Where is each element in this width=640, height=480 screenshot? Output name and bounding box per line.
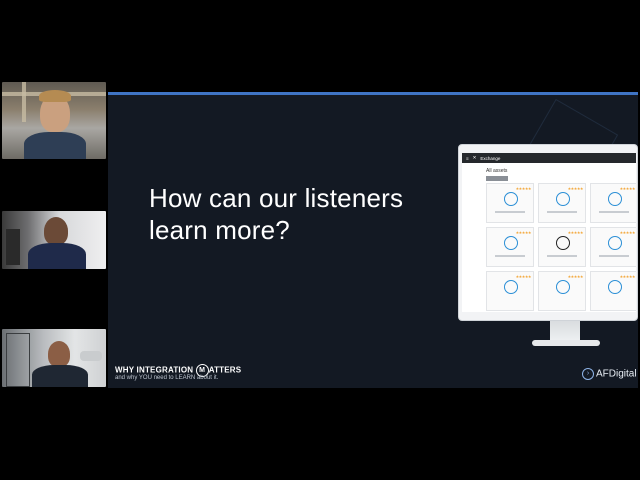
podcast-subtitle: and why YOU need to LEARN about it. bbox=[115, 375, 219, 381]
slide-title-line-1: How can our listeners bbox=[149, 183, 404, 213]
ceiling-beam bbox=[22, 82, 26, 122]
salesforce-icon bbox=[504, 192, 518, 206]
afdigital-icon: › bbox=[582, 368, 594, 380]
participant-face bbox=[44, 217, 68, 245]
connector-icon bbox=[608, 192, 622, 206]
rating-stars: ★★★★★ bbox=[515, 274, 532, 279]
background-equipment bbox=[6, 229, 20, 265]
rating-stars: ★★★★★ bbox=[515, 230, 532, 235]
participant-video-2[interactable] bbox=[2, 211, 106, 269]
brand-name: AFDigital bbox=[596, 368, 637, 380]
connector-icon bbox=[504, 280, 518, 294]
asset-card: ★★★★★ bbox=[486, 227, 534, 267]
netsuite-icon bbox=[504, 236, 518, 250]
app-header: ≡ ✕ Exchange bbox=[462, 153, 636, 163]
card-label bbox=[547, 211, 577, 213]
connector-icon bbox=[608, 280, 622, 294]
asset-card: ★★★★★ bbox=[538, 183, 586, 223]
rating-stars: ★★★★★ bbox=[567, 186, 584, 191]
asset-card: ★★★★★ bbox=[538, 271, 586, 311]
card-label bbox=[599, 211, 629, 213]
card-label bbox=[599, 255, 629, 257]
asset-card: ★★★★★ bbox=[590, 271, 636, 311]
assets-filter bbox=[486, 176, 508, 181]
asset-card: ★★★★★ bbox=[590, 227, 636, 267]
participant-hair bbox=[39, 90, 71, 102]
microphone bbox=[80, 351, 102, 361]
shared-slide: How can our listeners learn more? ≡ ✕ Ex… bbox=[108, 92, 638, 388]
slide-title-line-2: learn more? bbox=[149, 215, 290, 245]
connector-icon bbox=[556, 280, 570, 294]
monitor-screen: ≡ ✕ Exchange All assets ★★★★★ ★★★★★ ★★★★… bbox=[462, 153, 636, 312]
participant-shirt bbox=[24, 132, 86, 159]
slide-title: How can our listeners learn more? bbox=[149, 182, 449, 246]
app-name: Exchange bbox=[480, 155, 501, 161]
rating-stars: ★★★★★ bbox=[619, 230, 636, 235]
podcast-title-pre: WHY INTEGRATION bbox=[115, 365, 196, 375]
k-icon bbox=[556, 236, 570, 250]
monitor-stand bbox=[550, 321, 580, 341]
rating-stars: ★★★★★ bbox=[567, 274, 584, 279]
participant-shirt bbox=[28, 243, 86, 269]
participant-video-3[interactable] bbox=[2, 329, 106, 387]
rating-stars: ★★★★★ bbox=[567, 230, 584, 235]
asset-grid: ★★★★★ ★★★★★ ★★★★★ ★★★★★ ★★★★★ ★★★★★ ★★★★… bbox=[486, 183, 636, 311]
brand-logo: › AFDigital bbox=[582, 368, 637, 380]
rating-stars: ★★★★★ bbox=[619, 274, 636, 279]
slide-accent-bar bbox=[108, 92, 638, 95]
monitor-mockup: ≡ ✕ Exchange All assets ★★★★★ ★★★★★ ★★★★… bbox=[458, 144, 638, 321]
assets-label: All assets bbox=[486, 168, 508, 174]
sap-icon bbox=[556, 192, 570, 206]
asset-card: ★★★★★ bbox=[590, 183, 636, 223]
rating-stars: ★★★★★ bbox=[515, 186, 532, 191]
rating-stars: ★★★★★ bbox=[619, 186, 636, 191]
asset-card: ★★★★★ bbox=[538, 227, 586, 267]
card-label bbox=[547, 255, 577, 257]
card-label bbox=[495, 255, 525, 257]
background-shelf bbox=[6, 333, 30, 387]
podcast-title-post: ATTERS bbox=[208, 365, 242, 375]
participant-video-1[interactable] bbox=[2, 82, 106, 159]
asset-card: ★★★★★ bbox=[486, 183, 534, 223]
asset-card: ★★★★★ bbox=[486, 271, 534, 311]
participant-shirt bbox=[32, 365, 88, 387]
card-label bbox=[495, 211, 525, 213]
connector-icon bbox=[608, 236, 622, 250]
exchange-icon: ✕ bbox=[472, 155, 477, 160]
participant-face bbox=[48, 341, 70, 367]
menu-icon: ≡ bbox=[466, 155, 469, 161]
monitor-base bbox=[532, 340, 600, 346]
